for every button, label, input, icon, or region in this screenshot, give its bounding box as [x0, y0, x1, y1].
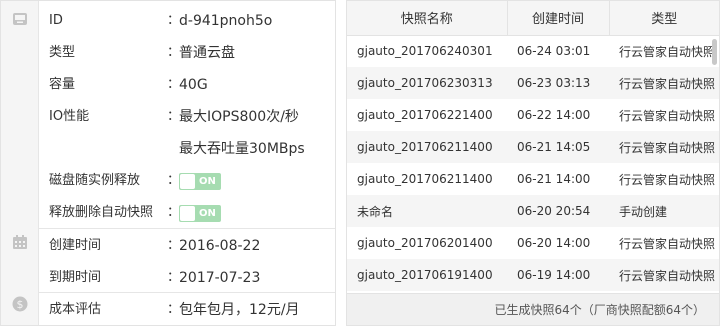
- snapshot-name-cell: gjauto_201706240301: [357, 44, 493, 59]
- toggle-state: ON: [199, 208, 216, 219]
- snapshot-time-cell: 06-21 14:05: [507, 131, 609, 163]
- disk-details-panel: $ ID ： d-941pnoh5o 类型 ： 普通云盘 容量 ： 40G IO…: [0, 0, 336, 326]
- throughput-value: 最大吞吐量30MBps: [179, 141, 305, 157]
- table-row[interactable]: gjauto_201706240301 06-24 03:01 行云管家自动快照: [347, 35, 719, 67]
- detail-row-type: 类型 ： 普通云盘: [39, 37, 335, 69]
- detail-label: 容量: [49, 77, 76, 92]
- table-row[interactable]: gjauto_201706201400 06-20 14:00 行云管家自动快照: [347, 227, 719, 259]
- snapshot-time-cell: 06-22 14:00: [517, 108, 591, 122]
- calendar-icon: [13, 235, 27, 249]
- release-with-instance-toggle[interactable]: ON: [179, 173, 221, 190]
- detail-label: 释放删除自动快照: [49, 205, 154, 220]
- snapshot-time-cell: 06-21 14:00: [517, 172, 591, 186]
- svg-text:$: $: [17, 298, 24, 311]
- snapshot-name-cell: gjauto_201706211400: [357, 172, 493, 186]
- table-scrollbar[interactable]: [712, 39, 717, 65]
- snapshot-name-cell: gjauto_201706201400: [357, 236, 493, 250]
- snapshot-type-cell: 行云管家自动快照: [609, 259, 719, 291]
- snapshot-name-cell: gjauto_201706230313: [347, 67, 507, 99]
- detail-label: 到期时间: [49, 270, 102, 285]
- table-row[interactable]: gjauto_201706221400 06-22 14:00 行云管家自动快照: [347, 99, 719, 131]
- detail-label: 磁盘随实例释放: [49, 173, 141, 188]
- snapshot-time-cell: 06-19 14:00: [507, 259, 609, 291]
- snapshot-name-cell: gjauto_201706221400: [357, 108, 493, 122]
- table-row[interactable]: gjauto_201706211400 06-21 14:00 行云管家自动快照: [347, 163, 719, 195]
- detail-label: 类型: [49, 45, 76, 60]
- detail-label: 成本评估: [49, 302, 102, 317]
- snapshot-list-panel: 快照名称 创建时间 类型 gjauto_201706240301 06-24 0…: [346, 0, 720, 326]
- delete-auto-snapshots-toggle[interactable]: ON: [179, 205, 221, 222]
- snapshot-type-cell: 手动创建: [609, 195, 719, 227]
- snapshot-type-cell: 行云管家自动快照: [609, 131, 719, 163]
- detail-row-io: IO性能 ： 最大IOPS800次/秒: [39, 101, 335, 133]
- snapshot-type-cell: 行云管家自动快照: [619, 236, 716, 251]
- table-row[interactable]: gjauto_201706211400 06-21 14:05 行云管家自动快照: [347, 131, 719, 163]
- iops-value: 最大IOPS800次/秒: [179, 109, 299, 125]
- snapshot-name-cell: gjauto_201706211400: [347, 131, 507, 163]
- snapshot-type-cell: 行云管家自动快照: [619, 172, 716, 187]
- toggle-knob: [180, 206, 195, 221]
- detail-row-throughput: 最大吞吐量30MBps: [39, 133, 335, 165]
- detail-label: IO性能: [49, 109, 90, 124]
- toggle-state: ON: [199, 176, 216, 187]
- snapshot-type-cell: 行云管家自动快照: [619, 108, 716, 123]
- table-header-row: 快照名称 创建时间 类型: [347, 1, 719, 36]
- capacity-value: 40G: [179, 77, 208, 93]
- snapshot-count-footer: 已生成快照64个（厂商快照配额64个）: [347, 293, 719, 325]
- toggle-knob: [180, 174, 195, 189]
- snapshot-type-cell: 行云管家自动快照: [619, 44, 716, 59]
- snapshot-name-cell: 未命名: [347, 195, 507, 227]
- section-divider: [39, 292, 335, 293]
- column-header-type[interactable]: 类型: [609, 1, 719, 36]
- snapshot-time-cell: 06-24 03:01: [517, 44, 591, 59]
- column-header-name[interactable]: 快照名称: [347, 1, 508, 36]
- detail-label: ID: [49, 13, 63, 28]
- cost-value: 包年包月，12元/月: [179, 302, 300, 318]
- snapshot-table: 快照名称 创建时间 类型 gjauto_201706240301 06-24 0…: [347, 1, 719, 291]
- disk-id-value: d-941pnoh5o: [179, 13, 273, 29]
- details-icon-column: $: [1, 1, 39, 325]
- expire-date-value: 2017-07-23: [179, 270, 261, 286]
- table-row[interactable]: gjauto_201706191400 06-19 14:00 行云管家自动快照: [347, 259, 719, 291]
- snapshot-time-cell: 06-20 14:00: [517, 236, 591, 250]
- table-row[interactable]: gjauto_201706230313 06-23 03:13 行云管家自动快照: [347, 67, 719, 99]
- disk-type-value: 普通云盘: [179, 45, 235, 61]
- table-row[interactable]: 未命名 06-20 20:54 手动创建: [347, 195, 719, 227]
- section-divider: [39, 228, 335, 229]
- cost-icon: $: [12, 296, 28, 312]
- snapshot-type-cell: 行云管家自动快照: [609, 67, 719, 99]
- snapshot-time-cell: 06-20 20:54: [507, 195, 609, 227]
- detail-row-created: 创建时间 ： 2016-08-22: [39, 230, 335, 262]
- detail-row-release-with-instance: 磁盘随实例释放 ： ON: [39, 165, 335, 197]
- detail-row-cost: 成本评估 ： 包年包月，12元/月: [39, 294, 335, 326]
- detail-row-delete-auto-snapshots: 释放删除自动快照 ： ON: [39, 197, 335, 229]
- column-header-created[interactable]: 创建时间: [507, 1, 610, 36]
- detail-label: 创建时间: [49, 238, 102, 253]
- snapshot-time-cell: 06-23 03:13: [507, 67, 609, 99]
- detail-row-id: ID ： d-941pnoh5o: [39, 5, 335, 37]
- detail-row-capacity: 容量 ： 40G: [39, 69, 335, 101]
- disk-icon: [13, 13, 27, 25]
- snapshot-name-cell: gjauto_201706191400: [347, 259, 507, 291]
- detail-row-expires: 到期时间 ： 2017-07-23: [39, 262, 335, 294]
- created-date-value: 2016-08-22: [179, 238, 261, 254]
